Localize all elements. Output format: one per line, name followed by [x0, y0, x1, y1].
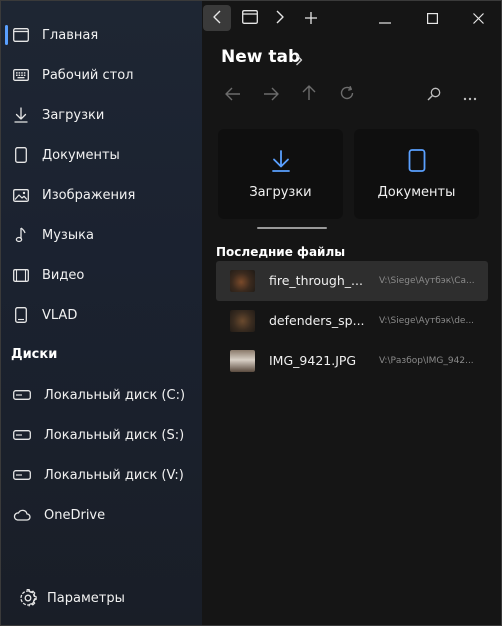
sidebar-item-label: Локальный диск (C:)	[44, 387, 186, 403]
sidebar-item-label: OneDrive	[44, 507, 106, 523]
new-tab-button[interactable]	[297, 5, 325, 31]
sidebar-item-drive-s[interactable]: Локальный диск (S:)	[1, 415, 202, 455]
quick-access-card-documents[interactable]: Документы	[354, 129, 479, 219]
chevron-right-icon[interactable]	[295, 51, 307, 66]
sidebar-item-label: Музыка	[42, 227, 94, 243]
sidebar-item-label: Изображения	[42, 187, 136, 203]
sidebar-item-downloads[interactable]: Загрузки	[1, 95, 202, 135]
sidebar-item-label: Загрузки	[42, 107, 105, 123]
forward-button[interactable]	[261, 85, 281, 105]
drive-icon	[13, 386, 31, 404]
music-icon	[12, 226, 30, 244]
sidebar-item-label: Локальный диск (S:)	[44, 427, 185, 443]
search-icon	[427, 86, 441, 105]
back-button[interactable]	[223, 85, 243, 105]
desktop-icon	[12, 66, 30, 84]
more-icon	[463, 86, 477, 105]
minimize-icon	[379, 9, 391, 28]
sidebar-item-vlad[interactable]: VLAD	[1, 295, 202, 335]
sidebar: Главная Рабочий стол Загрузки Документы	[1, 1, 202, 625]
recent-file-row[interactable]: fire_through_... V:\Siege\Аутбэк\Ca...	[216, 261, 488, 301]
recent-file-name: IMG_9421.JPG	[269, 353, 357, 368]
sidebar-item-label: Рабочий стол	[42, 67, 134, 83]
recent-files-title: Последние файлы	[216, 245, 346, 259]
home-icon	[12, 26, 30, 44]
tab-list-button[interactable]	[236, 5, 264, 31]
sidebar-item-desktop[interactable]: Рабочий стол	[1, 55, 202, 95]
chevron-left-icon	[213, 9, 221, 28]
sidebar-item-label: VLAD	[42, 307, 78, 323]
settings-label: Параметры	[47, 590, 125, 606]
sidebar-item-images[interactable]: Изображения	[1, 175, 202, 215]
sidebar-item-home[interactable]: Главная	[1, 15, 202, 55]
sidebar-item-drive-v[interactable]: Локальный диск (V:)	[1, 455, 202, 495]
chevron-right-icon	[276, 9, 284, 28]
arrow-left-icon	[225, 86, 241, 105]
file-thumbnail	[230, 350, 255, 372]
plus-icon	[305, 9, 317, 28]
tab-scroll-right-button[interactable]	[266, 5, 294, 31]
gear-icon	[18, 588, 38, 608]
refresh-icon	[339, 85, 355, 105]
sidebar-item-documents[interactable]: Документы	[1, 135, 202, 175]
more-options-button[interactable]	[460, 85, 480, 105]
maximize-icon	[426, 9, 438, 28]
recent-file-row[interactable]: defenders_sp... V:\Siege\Аутбэк\de...	[216, 301, 488, 341]
drives-section-title: Диски	[11, 347, 58, 362]
recent-file-path: V:\Siege\Аутбэк\Ca...	[379, 276, 475, 286]
document-icon	[12, 306, 30, 324]
drive-icon	[13, 466, 31, 484]
download-icon	[12, 106, 30, 124]
card-label: Документы	[377, 185, 456, 200]
card-label: Загрузки	[249, 185, 312, 200]
sidebar-item-drive-c[interactable]: Локальный диск (C:)	[1, 375, 202, 415]
recent-file-path: V:\Siege\Аутбэк\de...	[379, 316, 475, 326]
search-button[interactable]	[424, 85, 444, 105]
arrow-right-icon	[263, 86, 279, 105]
close-icon	[472, 9, 484, 28]
image-icon	[12, 186, 30, 204]
file-thumbnail	[230, 270, 255, 292]
sidebar-item-label: Видео	[42, 267, 85, 283]
minimize-button[interactable]	[372, 5, 398, 31]
cloud-icon	[13, 506, 31, 524]
sidebar-item-label: Главная	[42, 27, 99, 43]
maximize-button[interactable]	[419, 5, 445, 31]
sidebar-item-music[interactable]: Музыка	[1, 215, 202, 255]
sidebar-item-label: Локальный диск (V:)	[44, 467, 184, 483]
recent-file-name: defenders_sp...	[269, 313, 364, 328]
settings-button[interactable]: Параметры	[1, 578, 202, 618]
close-button[interactable]	[465, 5, 491, 31]
tab-icon	[242, 9, 258, 28]
page-title: New tab	[221, 47, 301, 67]
tab-scroll-left-button[interactable]	[203, 5, 231, 31]
up-button[interactable]	[299, 85, 319, 105]
refresh-button[interactable]	[337, 85, 357, 105]
file-explorer-window: Главная Рабочий стол Загрузки Документы	[0, 0, 502, 626]
document-icon	[12, 146, 30, 164]
main-panel: New tab Загрузки Документы Последние фай…	[202, 1, 501, 625]
cards-scroll-indicator[interactable]	[257, 227, 327, 229]
tab-bar	[202, 1, 501, 35]
sidebar-item-label: Документы	[42, 147, 120, 163]
arrow-up-icon	[302, 85, 316, 105]
download-icon	[270, 149, 292, 173]
sidebar-item-video[interactable]: Видео	[1, 255, 202, 295]
quick-access-card-downloads[interactable]: Загрузки	[218, 129, 343, 219]
drive-icon	[13, 426, 31, 444]
recent-file-name: fire_through_...	[269, 273, 363, 288]
document-icon	[406, 149, 428, 173]
video-icon	[12, 266, 30, 284]
sidebar-item-onedrive[interactable]: OneDrive	[1, 495, 202, 535]
recent-file-row[interactable]: IMG_9421.JPG V:\Разбор\IMG_942...	[216, 341, 488, 381]
file-thumbnail	[230, 310, 255, 332]
recent-file-path: V:\Разбор\IMG_942...	[379, 356, 474, 366]
